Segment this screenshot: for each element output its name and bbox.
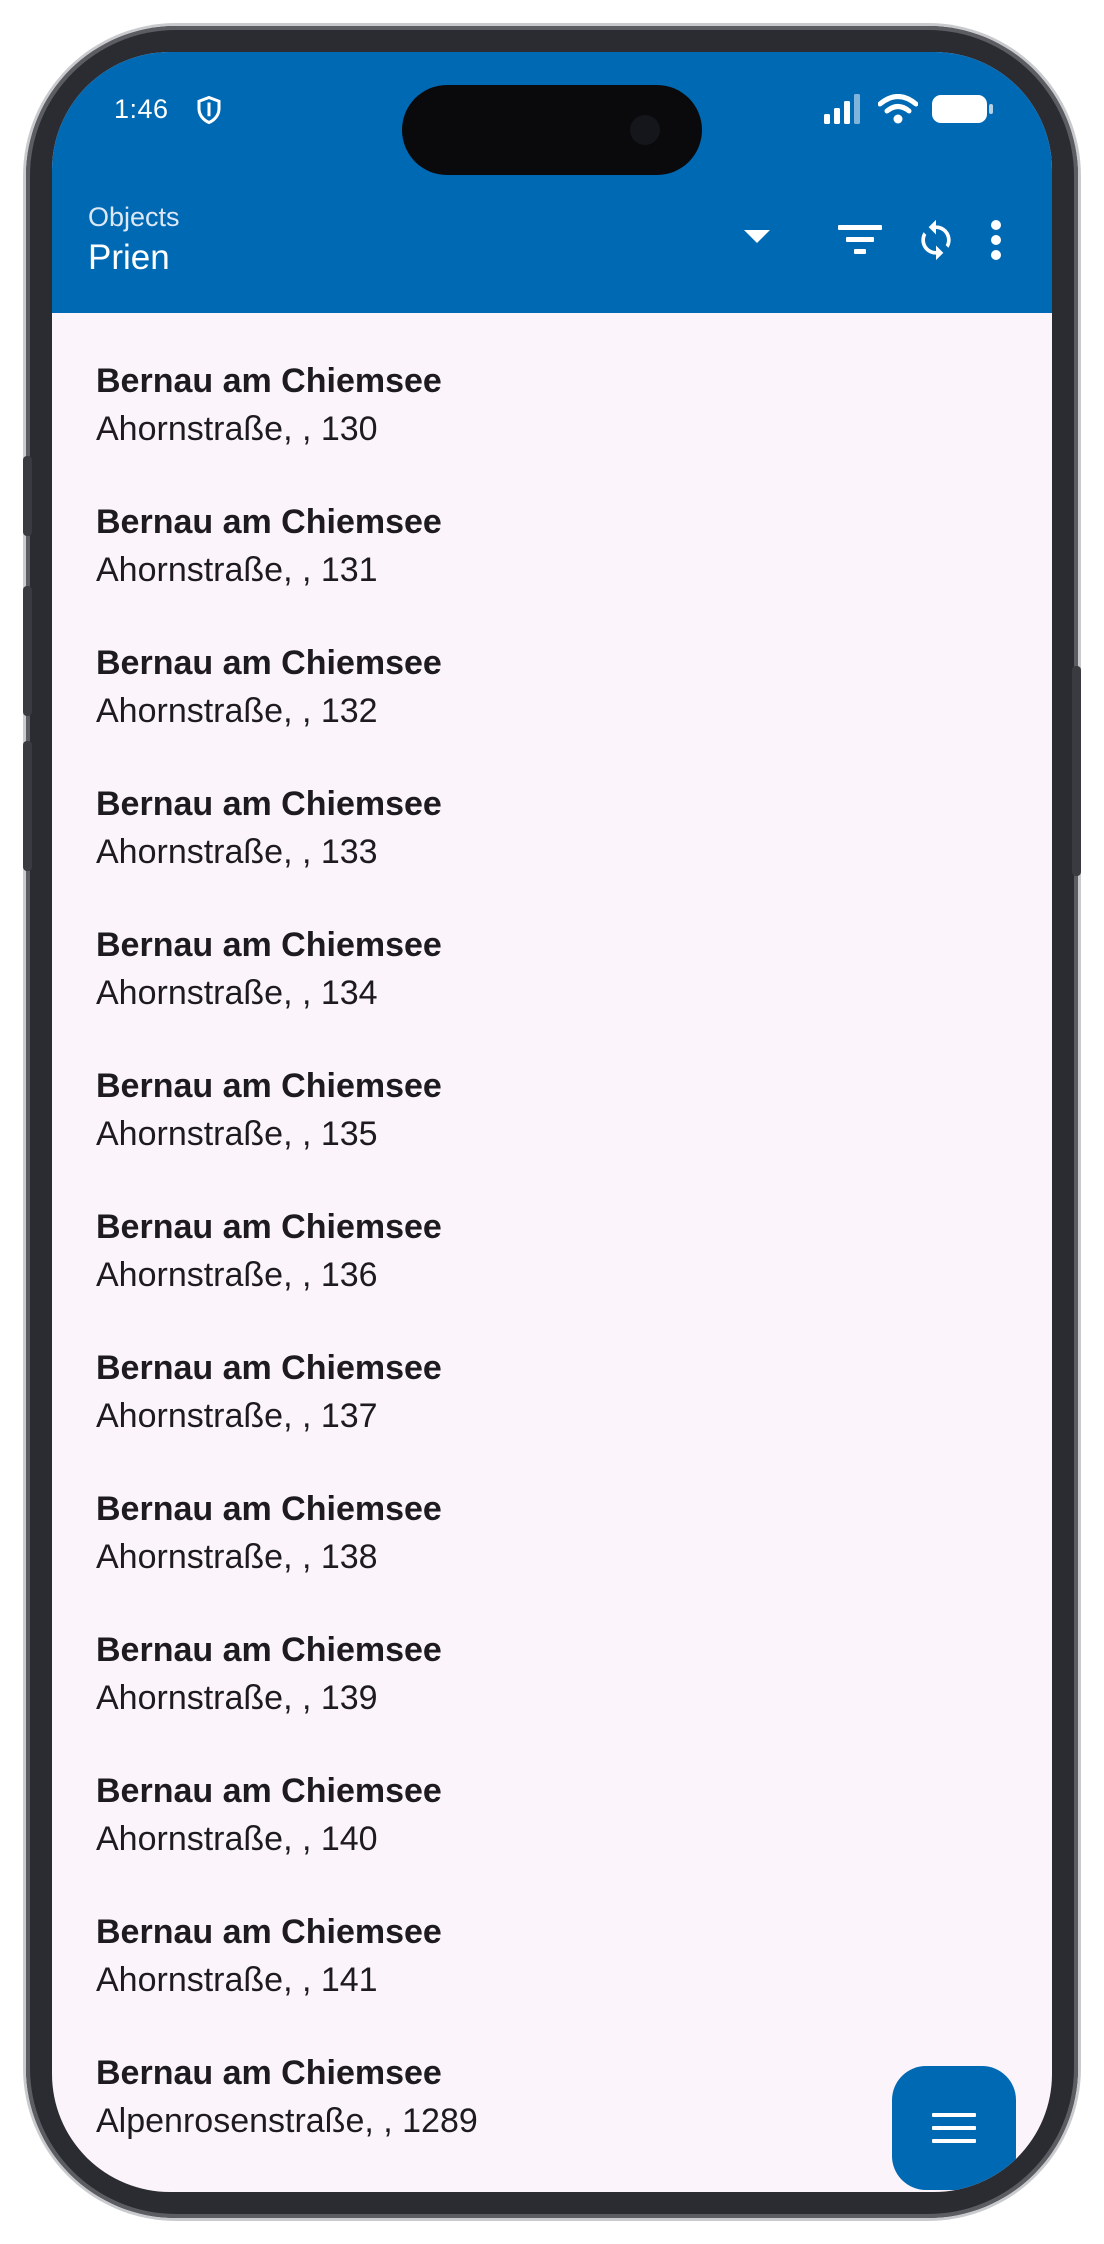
list-item[interactable]: Bernau am Chiemsee Ahornstraße, , 141	[52, 1864, 1052, 2005]
list-item-title: Bernau am Chiemsee	[96, 1208, 442, 1246]
list-item[interactable]: Bernau am Chiemsee Ahornstraße, , 134	[52, 877, 1052, 1018]
list-item-subtitle: Ahornstraße, , 134	[96, 974, 378, 1012]
list-item[interactable]: Bernau am Chiemsee Ahornstraße, , 131	[52, 454, 1052, 595]
list-item-subtitle: Ahornstraße, , 138	[96, 1538, 378, 1576]
volume-down-button	[23, 741, 32, 871]
list-item[interactable]: Bernau am Chiemsee Ahornstraße, , 139	[52, 1582, 1052, 1723]
list-item-subtitle: Ahornstraße, , 135	[96, 1115, 378, 1153]
battery-icon	[932, 95, 993, 123]
list-item-title: Bernau am Chiemsee	[96, 503, 442, 541]
list-item-title: Bernau am Chiemsee	[96, 1349, 442, 1387]
menu-icon	[932, 2113, 976, 2143]
more-options-button[interactable]	[974, 212, 1018, 268]
list-item-title: Bernau am Chiemsee	[96, 1631, 442, 1669]
list-item-subtitle: Ahornstraße, , 133	[96, 833, 378, 871]
filter-button[interactable]	[832, 212, 888, 268]
list-item-title: Bernau am Chiemsee	[96, 362, 442, 400]
list-item-subtitle: Alpenrosenstraße, , 1289	[96, 2102, 478, 2140]
app-bar-title[interactable]: Prien	[88, 238, 170, 278]
list-item[interactable]: Bernau am Chiemsee Ahornstraße, , 130	[52, 313, 1052, 454]
list-item-subtitle: Ahornstraße, , 140	[96, 1820, 378, 1858]
signal-icon	[824, 94, 860, 124]
status-icons	[824, 94, 994, 124]
list-item-title: Bernau am Chiemsee	[96, 926, 442, 964]
power-button	[1072, 666, 1081, 876]
arrow-drop-down-icon	[744, 230, 770, 243]
screen: 1:46 Objects Prien Bernau am Chiemsee Ah…	[52, 52, 1052, 2192]
list-item-subtitle: Ahornstraße, , 130	[96, 410, 378, 448]
list-item[interactable]: Bernau am Chiemsee Ahornstraße, , 135	[52, 1018, 1052, 1159]
list-item-title: Bernau am Chiemsee	[96, 1067, 442, 1105]
list-item[interactable]: Bernau am Chiemsee Ahornstraße, , 137	[52, 1300, 1052, 1441]
wifi-icon	[878, 94, 918, 124]
list-item[interactable]: Bernau am Chiemsee Ahornstraße, , 138	[52, 1441, 1052, 1582]
list-item-subtitle: Ahornstraße, , 131	[96, 551, 378, 589]
status-time: 1:46	[114, 94, 169, 124]
camera	[630, 115, 660, 145]
list-item-title: Bernau am Chiemsee	[96, 785, 442, 823]
location-dropdown-button[interactable]	[732, 212, 782, 262]
list-item[interactable]: Bernau am Chiemsee Ahornstraße, , 132	[52, 595, 1052, 736]
volume-up-button	[23, 586, 32, 716]
list-item-title: Bernau am Chiemsee	[96, 1772, 442, 1810]
dynamic-island	[402, 85, 702, 175]
list-item-subtitle: Ahornstraße, , 136	[96, 1256, 378, 1294]
app-bar-subtitle: Objects	[88, 202, 180, 232]
menu-fab-button[interactable]	[892, 2066, 1016, 2190]
list-item-title: Bernau am Chiemsee	[96, 2054, 442, 2092]
sync-icon	[921, 219, 951, 261]
filter-icon	[838, 225, 882, 254]
list-item-title: Bernau am Chiemsee	[96, 1913, 442, 1951]
more-vert-icon	[991, 220, 1001, 260]
list-item[interactable]: Bernau am Chiemsee Ahornstraße, , 136	[52, 1159, 1052, 1300]
list-item[interactable]: Bernau am Chiemsee Ahornstraße, , 133	[52, 736, 1052, 877]
app-bar: 1:46 Objects Prien	[52, 52, 1052, 313]
list-item-title: Bernau am Chiemsee	[96, 644, 442, 682]
action-button	[23, 456, 32, 536]
list-item-subtitle: Ahornstraße, , 141	[96, 1961, 378, 1999]
list-item-subtitle: Ahornstraße, , 137	[96, 1397, 378, 1435]
shield-icon	[197, 95, 221, 125]
list-item[interactable]: Bernau am Chiemsee Ahornstraße, , 140	[52, 1723, 1052, 1864]
list-item-subtitle: Ahornstraße, , 139	[96, 1679, 378, 1717]
list-item-subtitle: Ahornstraße, , 132	[96, 692, 378, 730]
list-item-title: Bernau am Chiemsee	[96, 1490, 442, 1528]
sync-button[interactable]	[908, 212, 964, 268]
